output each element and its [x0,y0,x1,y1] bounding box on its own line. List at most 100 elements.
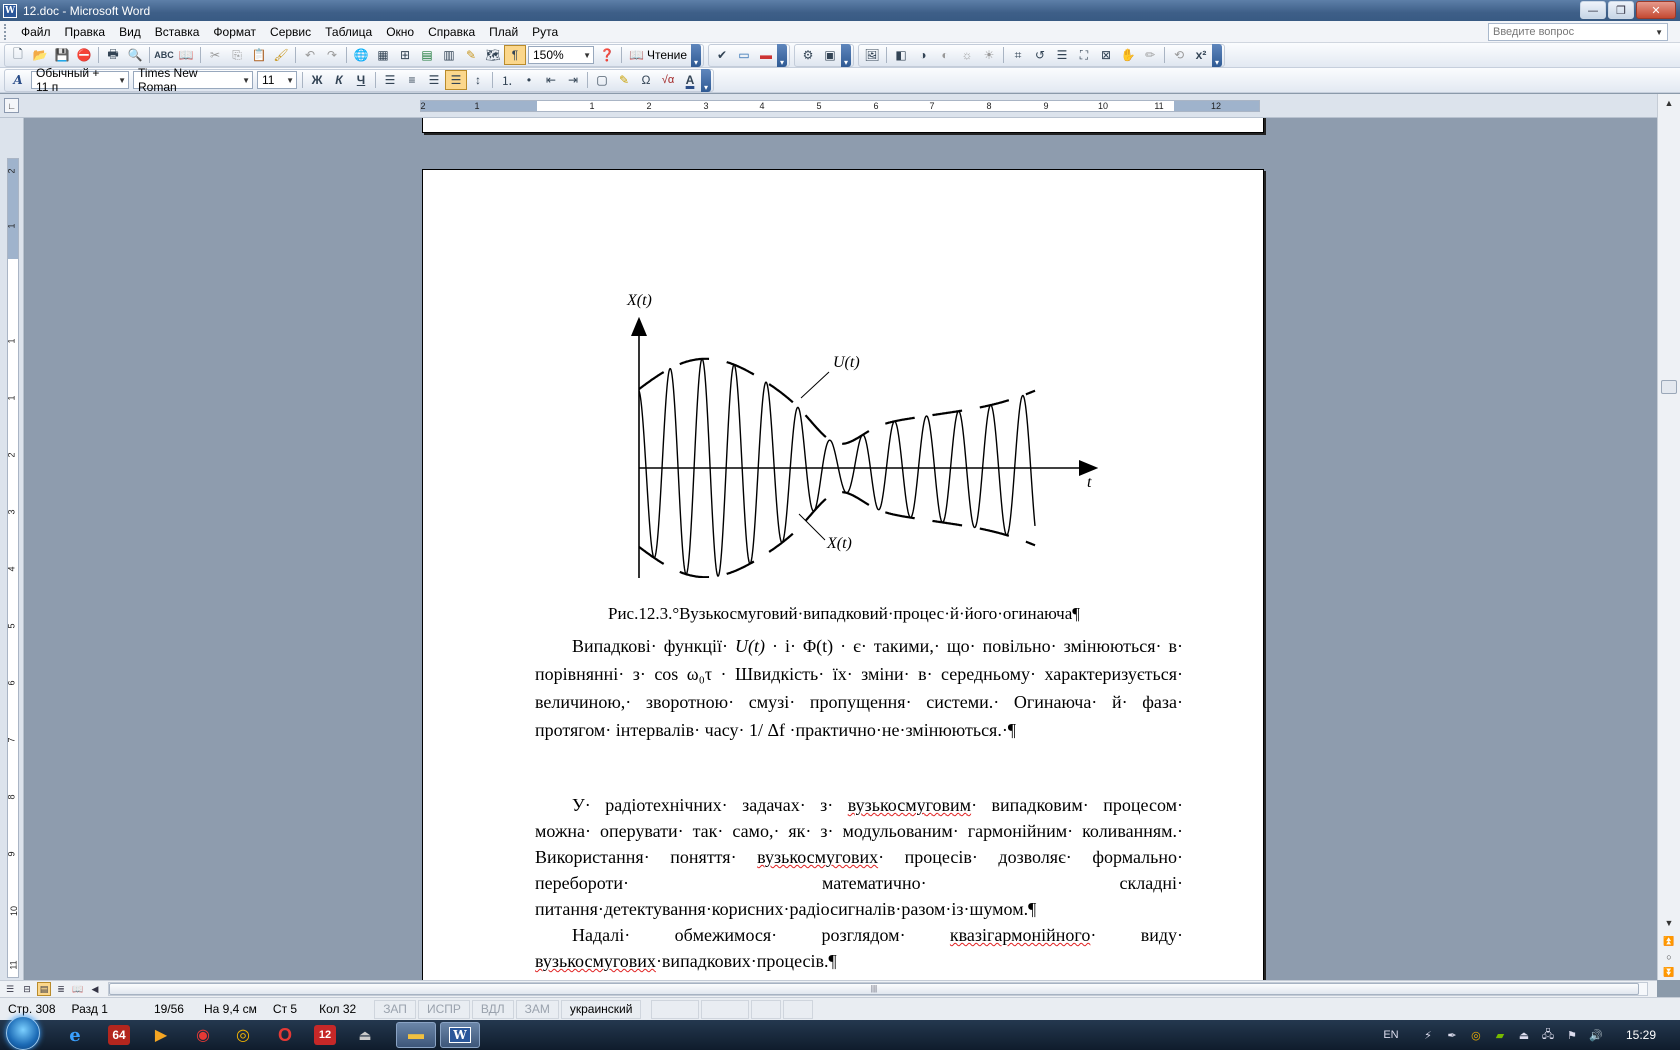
menu-file[interactable]: Файл [14,23,58,41]
web-tools-icon[interactable]: ⚙ [797,45,819,65]
pacman-icon[interactable]: ◉ [186,1022,220,1048]
omega-button[interactable]: Ω [635,70,657,90]
status-extend[interactable]: ВДЛ [471,999,514,1019]
insert-excel-icon[interactable]: ▤ [416,45,438,65]
web-view-icon[interactable]: ⊟ [20,982,34,996]
horizontal-ruler[interactable]: ∟ 2 1 1 2 3 4 5 6 7 8 9 10 11 12 [0,94,1680,118]
minimize-button[interactable]: — [1580,1,1606,19]
nvidia-icon[interactable]: ▰ [1491,1027,1509,1043]
tray-language[interactable]: EN [1380,1027,1402,1043]
align-left-icon[interactable]: ☰ [379,70,401,90]
bold-button[interactable]: Ж [306,70,328,90]
paragraph-1[interactable]: Випадкові· функції· U(t) · і· Φ(t) · є· … [535,632,1183,744]
print-icon[interactable]: 🖶 [102,45,124,65]
horizontal-scrollbar[interactable]: ||| [108,982,1648,996]
paragraph-3[interactable]: Надалі· обмежимося· розглядом· квазігарм… [535,922,1183,974]
next-page-icon[interactable]: ⏬ [1662,965,1676,979]
vertical-ruler[interactable]: 2 1 1 1 2 3 4 5 6 7 8 9 10 11 [0,118,24,980]
format-painter-icon[interactable]: 🖌 [270,45,292,65]
save-icon[interactable]: 💾 [51,45,73,65]
start-button[interactable] [6,1016,40,1050]
menu-tools[interactable]: Сервис [263,23,318,41]
tab-selector-icon[interactable]: ∟ [4,98,19,113]
reset-picture-icon[interactable]: ⟲ [1168,45,1190,65]
toolbar-options-icon[interactable]: ▾ [841,43,851,67]
decrease-indent-icon[interactable]: ⇤ [540,70,562,90]
lightning-icon[interactable]: ⚡ [1419,1027,1437,1043]
word-taskbar-icon[interactable]: W [440,1022,480,1048]
word-app-icon[interactable]: W [3,3,17,18]
justify-icon[interactable]: ☰ [445,70,467,90]
paste-icon[interactable]: 📋 [248,45,270,65]
close-toolbar-icon[interactable]: x² [1190,45,1212,65]
toolbar-options-icon[interactable]: ▾ [701,68,711,92]
media-player-icon[interactable]: ▶ [144,1022,178,1048]
line-style-icon[interactable]: ☰ [1051,45,1073,65]
scroll-up-icon[interactable]: ▲ [1662,96,1676,110]
bullets-icon[interactable]: • [518,70,540,90]
toolbar-options-icon[interactable]: ▾ [691,43,701,67]
show-hide-pilcrow-button[interactable]: ¶ [504,45,526,65]
status-overtype[interactable]: ЗАМ [515,999,559,1019]
hyperlink-icon[interactable]: 🌐 [350,45,372,65]
borders-icon[interactable]: ▢ [591,70,613,90]
volume-icon[interactable]: 🔊 [1587,1027,1605,1043]
columns-icon[interactable]: ▥ [438,45,460,65]
tables-borders-icon[interactable]: ▦ [372,45,394,65]
scroll-left-icon[interactable]: ◀ [88,982,102,996]
browse-object-icon[interactable]: ○ [1662,950,1676,964]
cut-icon[interactable]: ✂ [204,45,226,65]
menu-window[interactable]: Окно [379,23,421,41]
usb-icon[interactable]: ⏏ [348,1022,382,1048]
normal-view-icon[interactable]: ☰ [3,982,17,996]
font-color-button[interactable]: A [679,70,701,90]
redo-icon[interactable]: ↷ [321,45,343,65]
insert-table-icon[interactable]: ⊞ [394,45,416,65]
opera-icon[interactable]: O [268,1022,302,1048]
crop-icon[interactable]: ⌗ [1007,45,1029,65]
previous-page-icon[interactable]: ⏫ [1662,934,1676,948]
flag-tray-icon[interactable]: ⚑ [1563,1027,1581,1043]
align-right-icon[interactable]: ☰ [423,70,445,90]
chevron-down-icon[interactable]: ▼ [1655,28,1663,37]
more-brightness-icon[interactable]: ☼ [956,45,978,65]
more-contrast-icon[interactable]: ◑ [912,45,934,65]
research-icon[interactable]: 📖 [175,45,197,65]
underline-button[interactable]: Ч [350,70,372,90]
paragraph-2[interactable]: У· радіотехнічних· задачах· з· вузькосму… [535,792,1183,922]
chrome-tray-icon[interactable]: ◎ [1467,1027,1485,1043]
status-record-macro[interactable]: ЗАП [374,999,416,1019]
compress-icon[interactable]: ⛶ [1073,45,1095,65]
menu-table[interactable]: Таблица [318,23,379,41]
internet-explorer-icon[interactable]: e [58,1022,92,1048]
safely-remove-icon[interactable]: ⏏ [1515,1027,1533,1043]
scroll-down-icon[interactable]: ▼ [1662,916,1676,930]
new-document-icon[interactable]: 🗋 [7,45,29,65]
app-12-icon[interactable]: 12 [314,1025,336,1045]
menu-grip[interactable] [4,23,8,40]
permission-icon[interactable]: ⛔ [73,45,95,65]
horizontal-scrollbar-thumb[interactable]: ||| [109,983,1639,995]
format-picture-icon[interactable]: ✋ [1117,45,1139,65]
window-icon[interactable]: ▭ [733,45,755,65]
chrome-icon[interactable]: ◎ [226,1022,260,1048]
status-line[interactable]: Ст 5 [265,1000,305,1019]
vertical-scrollbar[interactable]: ▲ ▼ ⏫ ○ ⏬ [1657,94,1680,980]
app-64-icon[interactable]: 64 [108,1025,130,1045]
zoom-select[interactable]: 150% ▼ [528,46,594,64]
toolbar-options-icon[interactable]: ▾ [777,43,787,67]
image-control-icon[interactable]: ◧ [890,45,912,65]
print-preview-icon[interactable]: 🔍 [124,45,146,65]
less-brightness-icon[interactable]: ☀ [978,45,1000,65]
highlight-icon[interactable]: ✎ [613,70,635,90]
styles-icon[interactable]: A [7,70,29,90]
help-question-input[interactable]: Введите вопрос ▼ [1488,23,1668,41]
status-section[interactable]: Разд 1 [64,1000,116,1019]
menu-help[interactable]: Справка [421,23,482,41]
document-map-icon[interactable]: 🗺 [482,45,504,65]
status-column[interactable]: Кол 32 [311,1000,364,1019]
print-layout-icon[interactable]: ▤ [37,982,51,996]
toolbar-options-icon[interactable]: ▾ [1212,43,1222,67]
line-spacing-icon[interactable]: ↕ [467,70,489,90]
document-page[interactable]: X(t) t U(t) X(t) Рис.12.3.°Вузькосмугови… [422,169,1264,980]
